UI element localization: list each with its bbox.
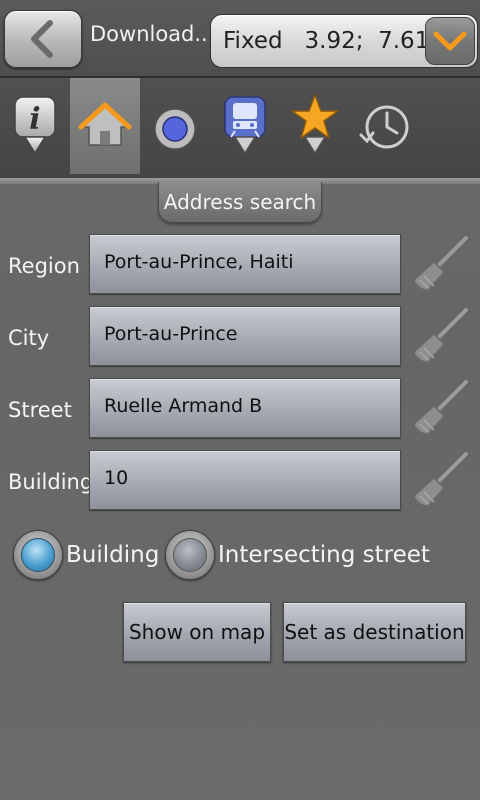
svg-text:i: i — [29, 102, 40, 137]
history-icon — [359, 105, 409, 149]
broom-icon — [413, 236, 468, 291]
broom-icon — [413, 452, 468, 507]
chevron-down-icon — [433, 31, 467, 51]
tool-history[interactable] — [350, 78, 420, 174]
gps-dropdown-button[interactable] — [425, 17, 475, 65]
clear-building-button[interactable] — [410, 448, 472, 510]
star-icon — [291, 94, 339, 155]
region-field[interactable]: Port-au-Prince, Haiti — [89, 234, 401, 294]
app-screen: Download... Fixed 3.92; 7.61 i Address s… — [0, 0, 480, 800]
radio-indicator — [173, 538, 207, 572]
city-field[interactable]: Port-au-Prince — [89, 306, 401, 366]
top-bar: Download... Fixed 3.92; 7.61 — [0, 0, 480, 76]
tool-transit[interactable] — [210, 78, 280, 174]
show-on-map-button[interactable]: Show on map — [123, 602, 271, 662]
info-icon: i — [14, 96, 56, 155]
building-label: Building — [8, 470, 94, 494]
street-label: Street — [8, 398, 72, 422]
section-title-tab: Address search — [158, 182, 322, 223]
screen-title: Download... — [90, 22, 208, 46]
city-label: City — [8, 326, 50, 350]
set-as-destination-button[interactable]: Set as destination — [283, 602, 466, 662]
back-button[interactable] — [4, 10, 82, 68]
clear-city-button[interactable] — [410, 304, 472, 366]
gps-status-text: Fixed 3.92; 7.61 — [223, 28, 430, 54]
intersecting-street-radio[interactable] — [165, 530, 215, 580]
radio-indicator — [21, 538, 55, 572]
tool-favorites[interactable] — [280, 78, 350, 174]
intersecting-street-radio-label[interactable]: Intersecting street — [218, 542, 430, 568]
home-icon — [78, 102, 132, 146]
chevron-left-icon — [31, 20, 53, 58]
building-radio[interactable] — [13, 530, 63, 580]
clear-region-button[interactable] — [410, 232, 472, 294]
building-radio-label[interactable]: Building — [66, 542, 159, 568]
street-field[interactable]: Ruelle Armand B — [89, 378, 401, 438]
tool-info[interactable]: i — [0, 78, 70, 174]
gps-status-selector[interactable]: Fixed 3.92; 7.61 — [210, 14, 478, 68]
tool-point[interactable] — [140, 78, 210, 174]
clear-street-button[interactable] — [410, 376, 472, 438]
point-icon — [154, 108, 196, 150]
tool-home[interactable] — [70, 78, 140, 174]
region-label: Region — [8, 254, 80, 278]
broom-icon — [413, 308, 468, 363]
broom-icon — [413, 380, 468, 435]
transit-icon — [224, 96, 266, 155]
building-field[interactable]: 10 — [89, 450, 401, 510]
category-toolbar: i — [0, 76, 480, 178]
